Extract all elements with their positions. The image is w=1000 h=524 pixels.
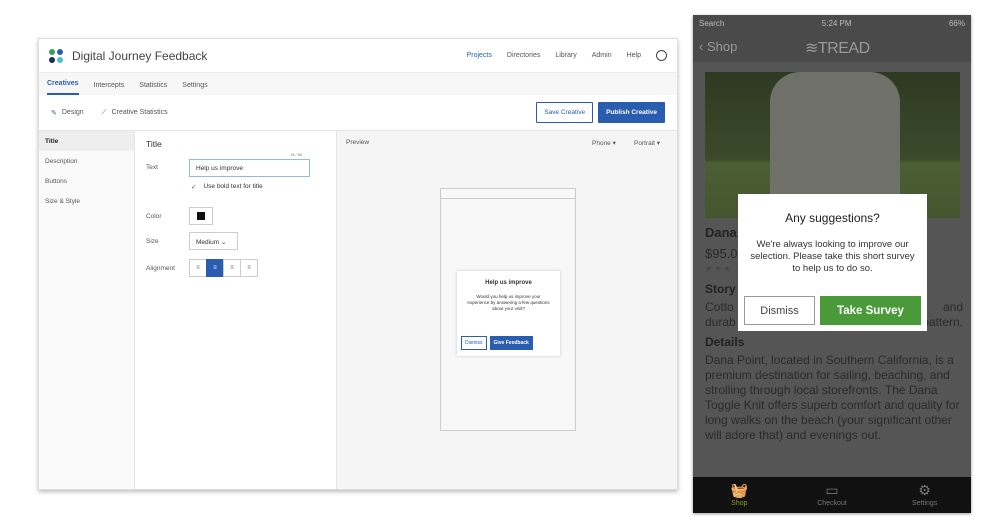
sidebar-item-size-style[interactable]: Size & Style — [39, 191, 134, 211]
form-heading: Title — [146, 139, 162, 149]
sidebar-item-title[interactable]: Title — [39, 131, 134, 151]
battery-level: 66% — [948, 19, 965, 28]
feedback-app-window: Digital Journey Feedback Projects Direct… — [38, 38, 678, 490]
design-label: Design — [61, 109, 84, 116]
tab-bar: Creatives Intercepts Statistics Settings — [39, 73, 677, 95]
preview-modal-title: Help us improve — [485, 280, 532, 286]
status-bar: Search 5:24 PM 66% — [693, 15, 971, 32]
preview-modal: Help us improve Would you help us improv… — [457, 271, 560, 356]
story-text: pattern. — [922, 315, 963, 329]
nav-help[interactable]: Help — [627, 52, 641, 59]
orientation-value: Portrait — [634, 140, 655, 147]
preview-label: Preview — [346, 139, 370, 146]
tab-checkout[interactable]: ▭ Checkout — [786, 477, 879, 513]
color-swatch — [197, 212, 205, 220]
story-text: Cotto — [705, 300, 734, 314]
gears-icon: ⚙ — [918, 482, 931, 498]
survey-modal-body: We're always looking to improve our sele… — [750, 239, 915, 274]
align-left-icon[interactable]: ≡ — [189, 259, 207, 277]
nav-directories[interactable]: Directories — [507, 52, 540, 59]
preview-give-feedback-button[interactable]: Give Feedback — [489, 336, 533, 350]
tab-settings-phone[interactable]: ⚙ Settings — [878, 477, 971, 513]
paintbrush-icon: ✎ — [51, 109, 57, 117]
sidebar-item-buttons[interactable]: Buttons — [39, 171, 134, 191]
dismiss-button[interactable]: Dismiss — [744, 296, 815, 325]
app-logo — [49, 48, 63, 63]
text-label: Text — [146, 164, 158, 171]
status-time: 5:24 PM — [821, 19, 852, 28]
preview-pane: Preview Phone ▾ Portrait ▾ Help us impro… — [337, 131, 677, 489]
alignment-group: ≡ ≡ ≡ ≡ — [189, 259, 258, 277]
survey-modal-title: Any suggestions? — [785, 211, 880, 225]
checkmark-icon: ✓ — [191, 184, 197, 191]
publish-creative-button[interactable]: Publish Creative — [598, 102, 665, 123]
tab-shop[interactable]: 🧺 Shop — [693, 477, 786, 513]
align-center-icon[interactable]: ≡ — [206, 259, 224, 277]
back-label: Shop — [706, 39, 738, 54]
title-text-input[interactable]: Help us improve — [189, 159, 310, 177]
bold-title-checkbox[interactable]: ✓ Use bold text for title — [191, 183, 263, 191]
bottom-tab-bar: 🧺 Shop ▭ Checkout ⚙ Settings — [693, 477, 971, 513]
align-right-icon[interactable]: ≡ — [223, 259, 241, 277]
save-creative-button[interactable]: Save Creative — [536, 102, 594, 123]
align-justify-icon[interactable]: ≡ — [240, 259, 258, 277]
char-counter: 15 / 80 — [290, 152, 303, 157]
details-text: Dana Point, located in Southern Californ… — [705, 353, 960, 442]
tab-settings[interactable]: Settings — [182, 82, 207, 95]
color-picker[interactable] — [189, 207, 213, 225]
title-form: Title Text 15 / 80 Help us improve ✓ Use … — [135, 131, 337, 489]
tab-intercepts[interactable]: Intercepts — [94, 82, 125, 95]
size-value: Medium — [196, 239, 220, 246]
phone-screenshot: Search 5:24 PM 66% ‹ Shop ≋TREAD Dana $9… — [693, 15, 971, 513]
sidebar-item-description[interactable]: Description — [39, 151, 134, 171]
top-bar: Digital Journey Feedback Projects Direct… — [39, 39, 677, 73]
story-text: and — [942, 300, 963, 314]
alignment-label: Alignment — [146, 265, 175, 272]
phone-preview-frame: Help us improve Would you help us improv… — [440, 188, 576, 431]
color-label: Color — [146, 213, 162, 220]
back-button[interactable]: ‹ Shop — [699, 39, 737, 54]
survey-modal: Any suggestions? We're always looking to… — [738, 194, 927, 331]
design-link[interactable]: ✎ Design — [51, 109, 84, 117]
bold-label: Use bold text for title — [203, 183, 263, 190]
story-text: durab — [705, 315, 736, 329]
nav-library[interactable]: Library — [555, 52, 576, 59]
orientation-select[interactable]: Portrait ▾ — [634, 139, 660, 147]
brand-logo: ≋TREAD — [805, 40, 870, 57]
preview-modal-body: Would you help us improve your experienc… — [467, 294, 550, 311]
user-avatar-icon[interactable] — [656, 50, 667, 61]
tab-creatives[interactable]: Creatives — [47, 80, 79, 95]
nav-admin[interactable]: Admin — [592, 52, 612, 59]
sidebar: Title Description Buttons Size & Style — [39, 131, 135, 489]
details-heading: Details — [705, 335, 745, 349]
nav-projects[interactable]: Projects — [467, 52, 492, 59]
size-label: Size — [146, 238, 159, 245]
nav-bar: ‹ Shop ≋TREAD — [693, 32, 971, 62]
size-select[interactable]: Medium ⌄ — [189, 232, 238, 250]
shopping-basket-icon: 🧺 — [730, 482, 749, 498]
chevron-down-icon: ⌄ — [220, 239, 227, 246]
preview-dismiss-button[interactable]: Dismiss — [461, 336, 487, 350]
creative-statistics-link[interactable]: ⟋ Creative Statistics — [102, 109, 168, 117]
app-title: Digital Journey Feedback — [72, 48, 208, 63]
device-value: Phone — [592, 140, 611, 147]
line-chart-icon: ⟋ — [101, 108, 107, 116]
stats-label: Creative Statistics — [111, 109, 168, 116]
top-nav: Projects Directories Library Admin Help — [452, 52, 641, 59]
device-select[interactable]: Phone ▾ — [592, 139, 616, 147]
status-left: Search — [699, 19, 725, 28]
toolbar: ✎ Design ⟋ Creative Statistics Save Creati… — [39, 95, 677, 131]
credit-card-icon: ▭ — [825, 482, 839, 498]
take-survey-button[interactable]: Take Survey — [820, 296, 921, 325]
tab-statistics[interactable]: Statistics — [139, 82, 167, 95]
